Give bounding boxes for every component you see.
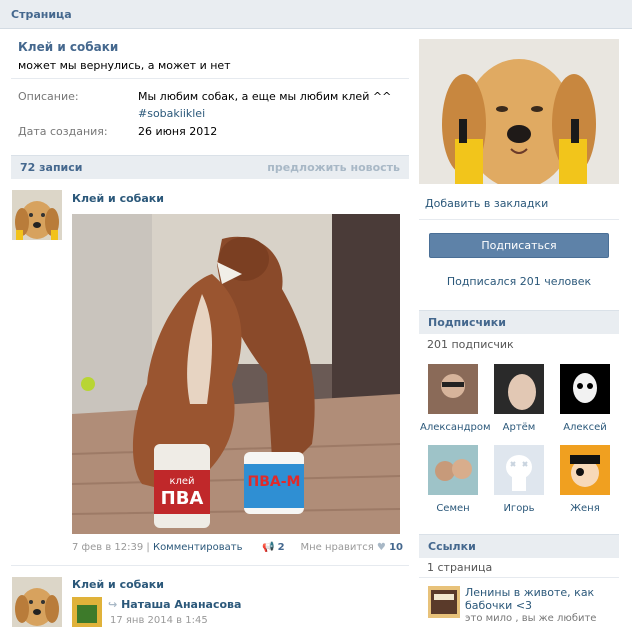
comment-link[interactable]: Комментировать <box>153 542 243 553</box>
links-count: 1 страница <box>427 561 493 574</box>
created-date: 26 июня 2012 <box>138 125 218 138</box>
subscribers-title: Подписчики <box>428 316 506 329</box>
repost-author-avatar[interactable] <box>72 597 102 627</box>
subscriber-item[interactable]: Игорь <box>486 445 552 514</box>
subscriber-avatar[interactable] <box>560 364 610 414</box>
post-author-name[interactable]: Клей и собаки <box>72 192 164 205</box>
posts-count[interactable]: 72 записи <box>20 161 83 174</box>
post-meta: 7 фев в 12:39 | Комментировать 📢 2 Мне н… <box>72 542 403 553</box>
subscriber-avatar[interactable] <box>428 364 478 414</box>
post-author-avatar[interactable] <box>12 190 62 240</box>
created-label: Дата создания: <box>18 125 108 138</box>
like-label[interactable]: Мне нравится <box>300 542 373 553</box>
repost-author[interactable]: ↪ Наташа Ананасова <box>108 598 241 611</box>
divider <box>419 219 619 220</box>
subscriber-item[interactable]: Артём <box>486 364 552 433</box>
glue-brand-2: ПВА-М <box>248 474 301 490</box>
sidebar: Добавить в закладки Подписаться Подписал… <box>419 29 632 627</box>
links-title: Ссылки <box>428 540 476 553</box>
subscriber-avatar[interactable] <box>494 364 544 414</box>
post-author-name[interactable]: Клей и собаки <box>72 578 164 591</box>
subscribe-button[interactable]: Подписаться <box>429 233 609 258</box>
suggest-news-link[interactable]: предложить новость <box>267 161 400 174</box>
subscriber-item[interactable]: Женя <box>552 445 618 514</box>
posts-bar: 72 записи предложить новость <box>11 155 409 179</box>
divider <box>11 78 409 79</box>
glue-brand-1: ПВА <box>161 488 204 509</box>
post-actions: 📢 2 Мне нравится ♥ 10 <box>262 542 403 553</box>
post-author-avatar[interactable] <box>12 577 62 627</box>
meta-divider: | <box>146 542 150 553</box>
repost-author-name[interactable]: Наташа Ананасова <box>121 598 241 611</box>
main-column: Клей и собаки может мы вернулись, а може… <box>0 29 420 627</box>
top-bar: Страница <box>0 0 632 29</box>
link-thumbnail[interactable] <box>428 586 460 618</box>
group-photo <box>419 39 619 184</box>
subscribed-count-link[interactable]: Подписался 201 человек <box>419 275 619 288</box>
subscribers-count: 201 подписчик <box>427 338 514 351</box>
subscriber-name[interactable]: Алексей <box>552 422 618 433</box>
description-text: Мы любим собак, а еще мы любим клей ^^ <box>138 90 392 103</box>
subscriber-name[interactable]: Семен <box>420 503 486 514</box>
subscriber-avatar[interactable] <box>494 445 544 495</box>
description-label: Описание: <box>18 90 79 103</box>
repost-icon[interactable]: 📢 <box>262 542 274 553</box>
divider <box>11 565 409 566</box>
heart-icon[interactable]: ♥ <box>377 542 386 553</box>
like-count: 10 <box>389 542 403 553</box>
subscriber-name[interactable]: Игорь <box>486 503 552 514</box>
subscriber-name[interactable]: Женя <box>552 503 618 514</box>
link-description: это мило , вы же любите <box>465 613 597 624</box>
add-to-bookmarks-link[interactable]: Добавить в закладки <box>425 197 548 210</box>
links-header[interactable]: Ссылки <box>419 534 619 558</box>
subscriber-name[interactable]: Артём <box>486 422 552 433</box>
post-date[interactable]: 7 фев в 12:39 <box>72 542 143 553</box>
post-photo[interactable]: клей ПВА ПВА-М <box>72 214 400 534</box>
repost-count: 2 <box>277 542 285 553</box>
subscriber-item[interactable]: Алексей <box>552 364 618 433</box>
hashtag-link[interactable]: #sobakiiklei <box>138 107 205 120</box>
subscriber-avatar[interactable] <box>428 445 478 495</box>
group-name: Клей и собаки <box>18 40 119 54</box>
divider <box>419 577 619 578</box>
repost-arrow-icon: ↪ <box>108 598 118 611</box>
page-header-title: Страница <box>11 8 72 21</box>
subscriber-name[interactable]: Александром <box>420 422 491 433</box>
subscriber-avatar[interactable] <box>560 445 610 495</box>
link-title[interactable]: Ленины в животе, как бабочки <3 <box>465 586 615 612</box>
repost-date[interactable]: 17 янв 2014 в 1:45 <box>110 615 208 626</box>
subscriber-item[interactable]: Семен <box>420 445 486 514</box>
group-status: может мы вернулись, а может и нет <box>18 59 231 72</box>
glue-label-1: клей <box>169 476 194 487</box>
subscribers-header[interactable]: Подписчики <box>419 310 619 334</box>
subscriber-item[interactable]: Александром <box>420 364 491 433</box>
